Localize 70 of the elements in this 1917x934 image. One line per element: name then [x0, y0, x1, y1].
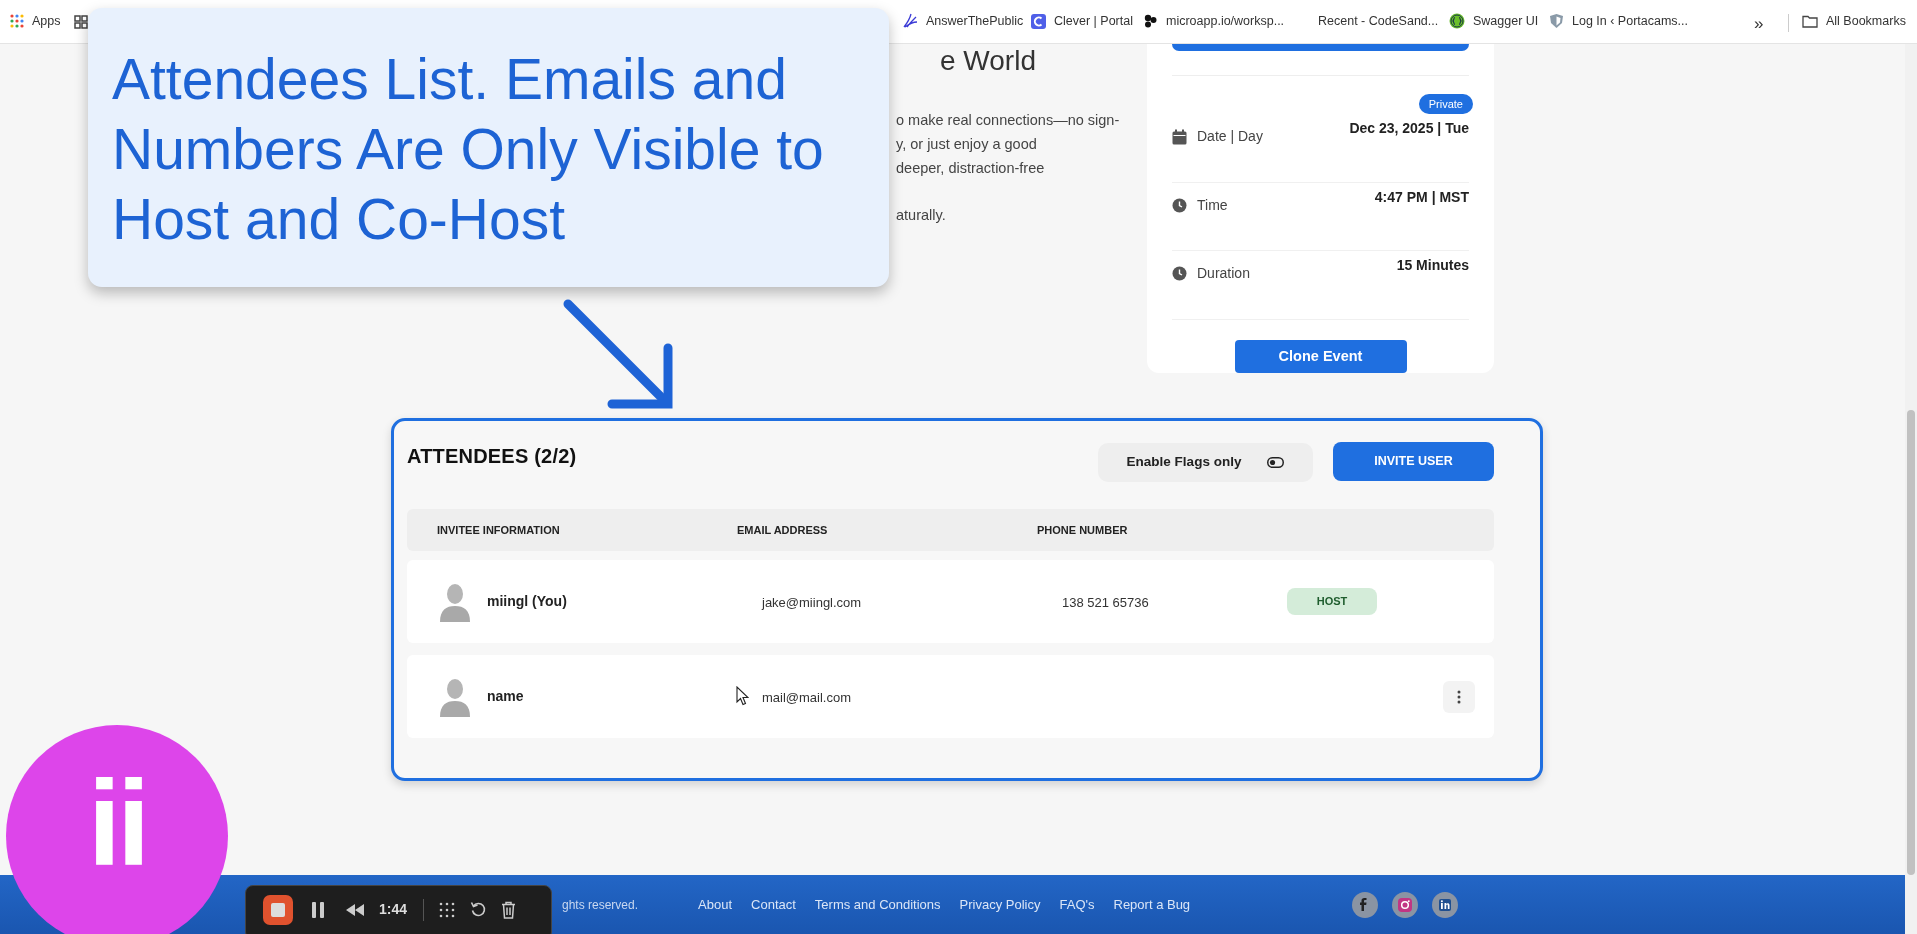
avatar-icon [440, 581, 470, 622]
detail-value: 4:47 PM | MST [1374, 188, 1469, 207]
private-badge: Private [1418, 94, 1473, 115]
description-text: y, or just enjoy a good [896, 135, 1038, 154]
description-text: aturally. [896, 206, 947, 225]
attendee-email: mail@mail.com [762, 689, 852, 705]
avatar-icon [440, 676, 470, 717]
footer-link[interactable]: FAQ's [1059, 894, 1095, 915]
mouse-cursor-icon [736, 686, 749, 706]
detail-value: 15 Minutes [1396, 256, 1469, 276]
footer-link[interactable]: About [698, 894, 733, 915]
stop-button[interactable] [263, 894, 293, 925]
column-header: INVITEE INFORMATION [437, 522, 561, 538]
clock-icon [1172, 266, 1187, 282]
bookmark-link[interactable]: Swagger UI [1473, 12, 1539, 31]
copyright-text: ghts reserved. [562, 896, 639, 914]
toggle-icon [1267, 457, 1285, 468]
dotted-grid-icon[interactable] [438, 900, 457, 919]
instagram-icon[interactable] [1392, 891, 1419, 918]
detail-value: Dec 23, 2025 | Tue [1349, 119, 1469, 139]
attendee-name: miingl (You) [487, 592, 567, 611]
kebab-icon [1457, 689, 1461, 704]
clock-icon [1172, 198, 1187, 213]
description-text: o make real connections—no sign- [896, 111, 1121, 130]
invite-user-button[interactable]: INVITE USER [1333, 442, 1494, 481]
more-bookmarks-button[interactable]: » [1754, 11, 1764, 37]
bookmark-link[interactable]: Log In ‹ Portacams... [1572, 12, 1689, 31]
attendees-title: ATTENDEES (2/2) [407, 444, 577, 469]
trash-icon[interactable] [501, 900, 517, 919]
bookmark-link[interactable]: AnswerThePublic [926, 12, 1024, 31]
description-text: deeper, distraction-free [896, 159, 1046, 178]
linkedin-icon[interactable] [1432, 891, 1459, 918]
footer-link[interactable]: Terms and Conditions [814, 894, 941, 915]
feather-icon [902, 13, 918, 30]
apps-icon [10, 14, 24, 29]
footer-link[interactable]: Contact [751, 894, 796, 915]
footer-link[interactable]: Report a Bug [1113, 894, 1191, 915]
pause-icon[interactable] [311, 901, 325, 918]
event-heading: e World [939, 44, 1037, 78]
bookmark-link[interactable]: All Bookmarks [1826, 12, 1906, 31]
bookmark-link[interactable]: Recent - CodeSand... [1318, 12, 1439, 31]
footer-link[interactable]: Privacy Policy [959, 894, 1041, 915]
calendar-icon [1172, 129, 1187, 145]
logo-badge: ii [6, 725, 228, 934]
swagger-icon [1449, 13, 1465, 30]
callout-text: Attendees List. Emails and Numbers Are Only Visible to Host and Co-Host [112, 46, 825, 253]
rewind-icon[interactable] [345, 903, 365, 916]
detail-label: Duration [1197, 264, 1250, 284]
bookmark-link[interactable]: Clever | Portal [1054, 12, 1133, 31]
dots-icon [1143, 14, 1158, 29]
clever-logo-icon [1031, 13, 1046, 29]
clone-event-button[interactable]: Clone Event [1234, 340, 1407, 373]
host-badge: HOST [1287, 588, 1377, 615]
recording-time: 1:44 [379, 900, 408, 919]
grid-icon[interactable] [74, 15, 88, 29]
attendee-email: jake@miingl.com [762, 594, 862, 610]
facebook-icon[interactable] [1352, 891, 1379, 918]
bookmark-link[interactable]: microapp.io/worksp... [1166, 12, 1285, 31]
attendee-name: name [487, 687, 524, 706]
flags-toggle[interactable]: Enable Flags only [1098, 443, 1313, 482]
bookmark-link[interactable]: Apps [32, 12, 61, 31]
restart-icon[interactable] [470, 901, 488, 918]
scrollbar-thumb[interactable] [1907, 410, 1915, 875]
shield-icon [1549, 13, 1564, 30]
column-header: EMAIL ADDRESS [737, 522, 829, 538]
detail-label: Date | Day [1197, 127, 1263, 147]
attendee-phone: 138 521 65736 [1062, 594, 1149, 610]
folder-icon [1802, 14, 1818, 28]
detail-label: Time [1197, 196, 1228, 215]
column-header: PHONE NUMBER [1037, 522, 1129, 538]
